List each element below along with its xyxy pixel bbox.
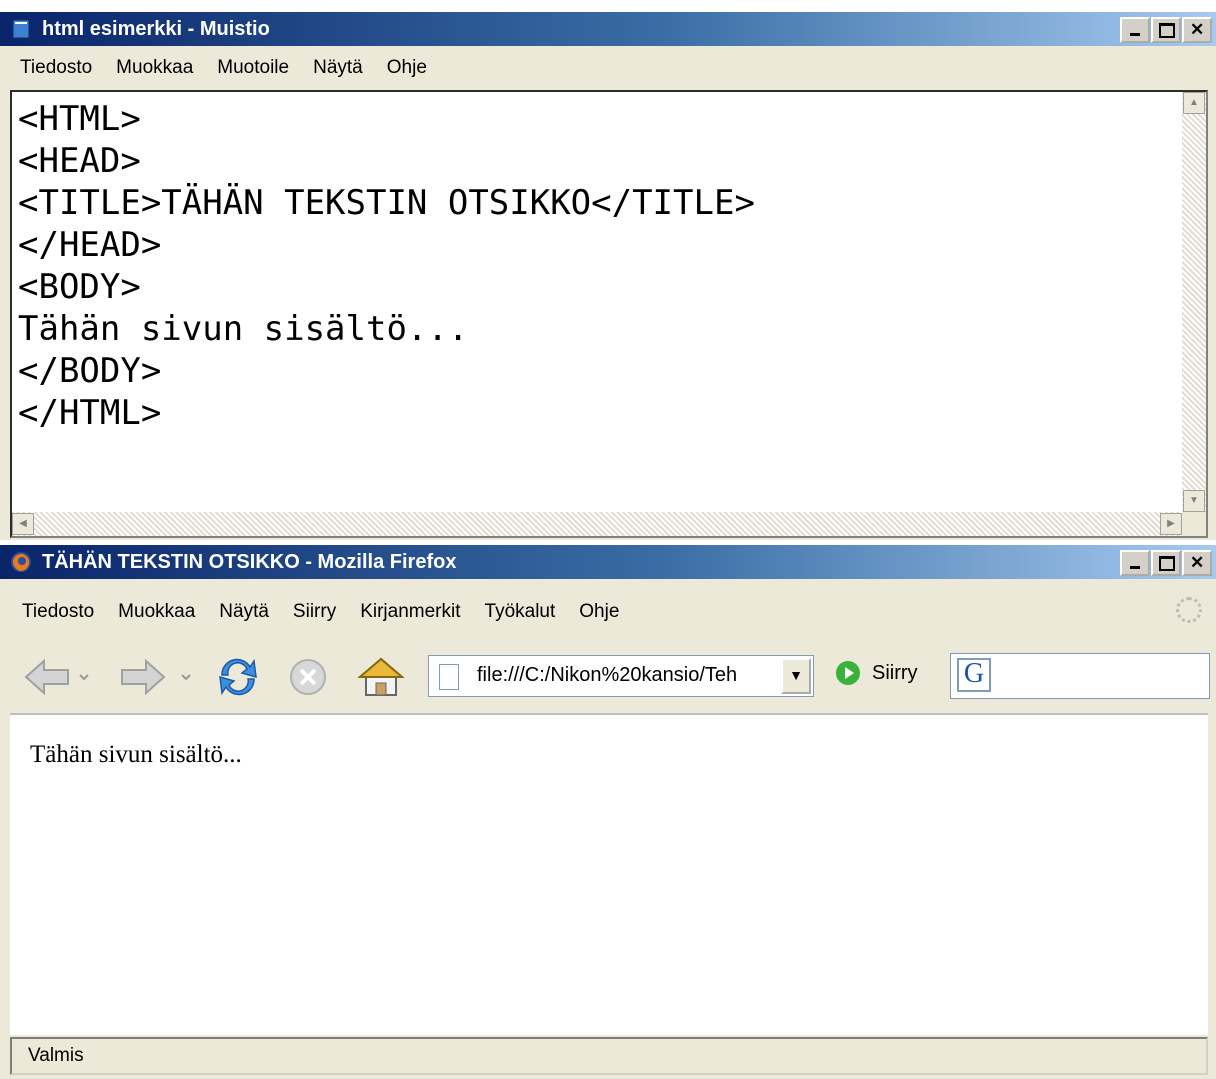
navigation-toolbar: file:///C:/Nikon%20kansio/Teh ▼ Siirry G — [0, 643, 1216, 713]
code-line: <HEAD> — [18, 141, 141, 181]
search-box[interactable]: G — [950, 653, 1210, 699]
address-bar[interactable]: file:///C:/Nikon%20kansio/Teh ▼ — [428, 655, 814, 697]
code-line: <HTML> — [18, 99, 141, 139]
status-text: Valmis — [28, 1045, 84, 1066]
minimize-button[interactable] — [1120, 17, 1150, 43]
menu-ohje[interactable]: Ohje — [387, 57, 427, 79]
close-button[interactable] — [1182, 550, 1212, 576]
menu-nayta[interactable]: Näytä — [313, 57, 363, 79]
page-icon — [439, 664, 459, 690]
firefox-menubar: Tiedosto Muokkaa Näytä Siirry Kirjanmerk… — [0, 583, 1216, 641]
code-line: </HTML> — [18, 393, 162, 433]
stop-icon[interactable] — [284, 653, 332, 701]
forward-icon[interactable] — [116, 653, 200, 701]
notepad-editor[interactable]: <HTML> <HEAD> <TITLE>TÄHÄN TEKSTIN OTSIK… — [10, 90, 1208, 538]
menu-tyokalut[interactable]: Työkalut — [485, 601, 556, 623]
notepad-titlebar[interactable]: html esimerkki - Muistio — [0, 12, 1216, 46]
page-body-text: Tähän sivun sisältö... — [30, 741, 242, 768]
home-icon[interactable] — [354, 653, 408, 701]
close-button[interactable] — [1182, 17, 1212, 43]
firefox-title: TÄHÄN TEKSTIN OTSIKKO - Mozilla Firefox — [42, 551, 457, 573]
menu-muokkaa[interactable]: Muokkaa — [116, 57, 193, 79]
resize-grip[interactable] — [1182, 512, 1206, 536]
chevron-down-icon[interactable]: ▼ — [781, 658, 811, 694]
minimize-button[interactable] — [1120, 550, 1150, 576]
scroll-down-icon[interactable]: ▼ — [1183, 490, 1205, 512]
go-icon — [836, 661, 860, 685]
firefox-icon — [11, 552, 31, 572]
address-input[interactable]: file:///C:/Nikon%20kansio/Teh — [477, 664, 777, 687]
menu-kirjanmerkit[interactable]: Kirjanmerkit — [360, 601, 460, 623]
code-line: </HEAD> — [18, 225, 162, 265]
code-line: Tähän sivun sisältö... — [18, 309, 469, 349]
notepad-menubar: Tiedosto Muokkaa Muotoile Näytä Ohje — [0, 48, 1216, 88]
code-line: <TITLE>TÄHÄN TEKSTIN OTSIKKO</TITLE> — [18, 183, 755, 223]
menu-siirry[interactable]: Siirry — [293, 601, 336, 623]
notepad-text[interactable]: <HTML> <HEAD> <TITLE>TÄHÄN TEKSTIN OTSIK… — [18, 98, 755, 434]
notepad-window: html esimerkki - Muistio Tiedosto Muokka… — [0, 12, 1216, 540]
menu-ohje[interactable]: Ohje — [579, 601, 619, 623]
google-icon[interactable]: G — [957, 658, 991, 692]
code-line: </BODY> — [18, 351, 162, 391]
back-icon[interactable] — [20, 653, 90, 701]
scroll-left-icon[interactable]: ◀ — [12, 513, 34, 535]
maximize-button[interactable] — [1151, 550, 1181, 576]
notepad-title: html esimerkki - Muistio — [42, 18, 270, 40]
horizontal-scrollbar[interactable]: ◀ ▶ — [12, 512, 1182, 536]
vertical-scrollbar[interactable]: ▲ ▼ — [1182, 92, 1206, 512]
code-line: <BODY> — [18, 267, 141, 307]
firefox-window: TÄHÄN TEKSTIN OTSIKKO - Mozilla Firefox … — [0, 545, 1216, 1079]
go-button[interactable]: Siirry — [836, 661, 918, 685]
throbber-icon — [1176, 597, 1202, 623]
go-label: Siirry — [872, 661, 918, 684]
reload-icon[interactable] — [212, 653, 264, 701]
scroll-up-icon[interactable]: ▲ — [1183, 92, 1205, 114]
menu-muotoile[interactable]: Muotoile — [217, 57, 289, 79]
status-bar: Valmis — [10, 1037, 1208, 1075]
notepad-icon — [12, 19, 30, 39]
menu-muokkaa[interactable]: Muokkaa — [118, 601, 195, 623]
firefox-titlebar[interactable]: TÄHÄN TEKSTIN OTSIKKO - Mozilla Firefox — [0, 545, 1216, 579]
menu-nayta[interactable]: Näytä — [219, 601, 269, 623]
menu-tiedosto[interactable]: Tiedosto — [22, 601, 94, 623]
maximize-button[interactable] — [1151, 17, 1181, 43]
scroll-right-icon[interactable]: ▶ — [1160, 513, 1182, 535]
menu-tiedosto[interactable]: Tiedosto — [20, 57, 92, 79]
page-content: Tähän sivun sisältö... — [10, 713, 1208, 1035]
